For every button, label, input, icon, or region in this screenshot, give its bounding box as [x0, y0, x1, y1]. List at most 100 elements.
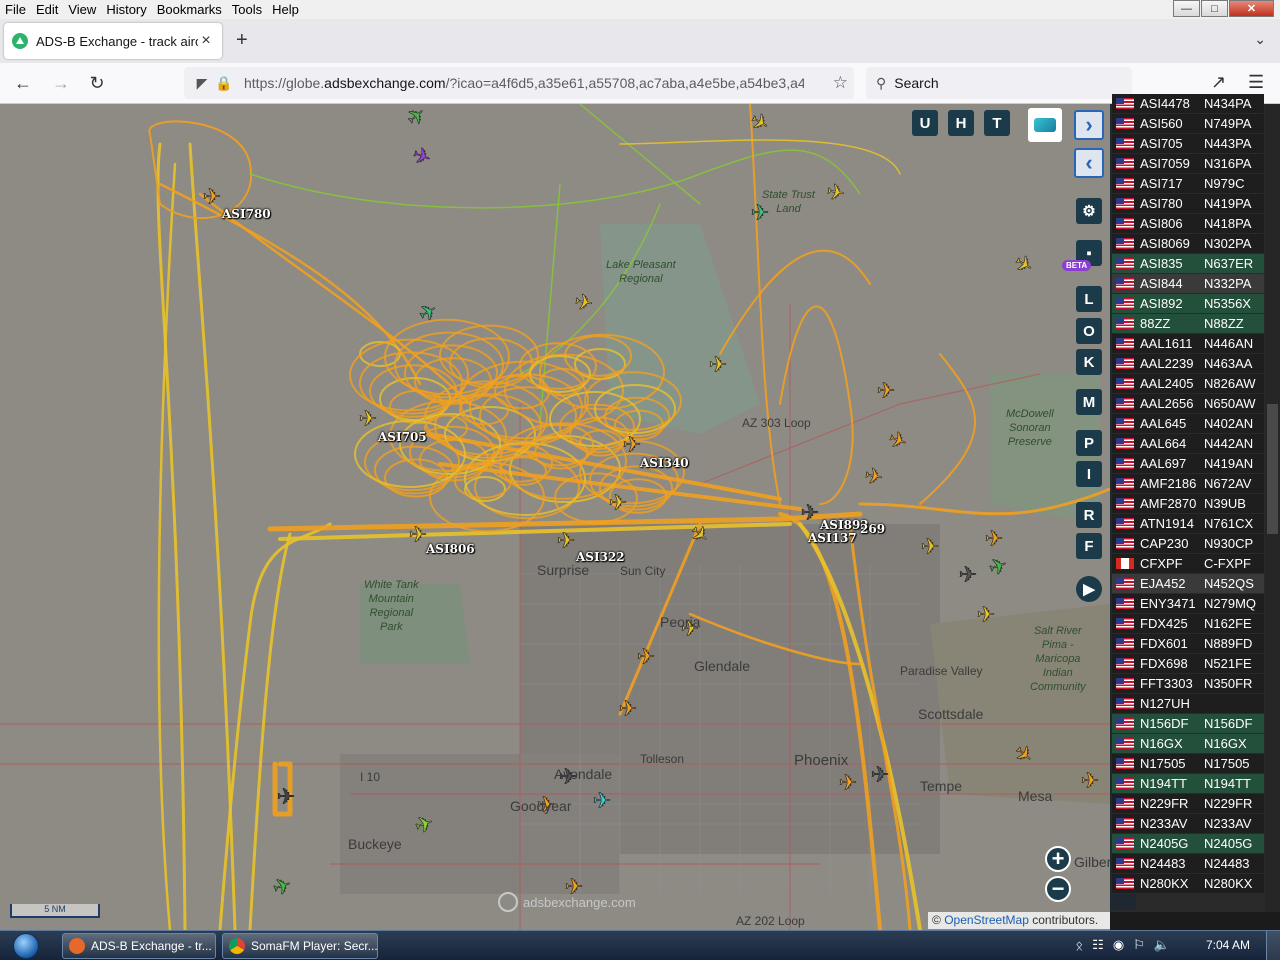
table-row[interactable]: FFT3303 N350FR [1112, 674, 1264, 694]
aircraft-icon[interactable]: ✈ [592, 788, 611, 814]
table-row[interactable]: ASI892 N5356X [1112, 294, 1264, 314]
table-row[interactable]: ASI717 N979C [1112, 174, 1264, 194]
aircraft-icon[interactable]: ✈ [708, 352, 727, 378]
table-row[interactable]: CAP230 N930CP [1112, 534, 1264, 554]
callsign-label[interactable]: ASI137 [808, 531, 857, 545]
taskbar-firefox[interactable]: ADS-B Exchange - tr... [62, 933, 216, 959]
aircraft-icon[interactable]: ✈ [358, 406, 377, 432]
url-bar[interactable]: ◤ 🔒 https://globe.adsbexchange.com/?icao… [184, 67, 854, 99]
table-row[interactable]: FDX425 N162FE [1112, 614, 1264, 634]
toggle-m-button[interactable]: M [1076, 389, 1102, 415]
table-row[interactable]: N280KX N280KX [1112, 874, 1264, 894]
toggle-f-button[interactable]: F [1076, 533, 1102, 559]
table-row[interactable]: N233AV N233AV [1112, 814, 1264, 834]
expand-sidebar-button[interactable]: › [1074, 110, 1104, 140]
table-row[interactable]: ENY3471 N279MQ [1112, 594, 1264, 614]
table-row[interactable]: AMF2870 N39UB [1112, 494, 1264, 514]
toggle-l-button[interactable]: L [1076, 286, 1102, 312]
list-all-tabs-icon[interactable]: ⌄ [1254, 31, 1266, 48]
action-center-icon[interactable]: ⚐ [1133, 937, 1145, 953]
volume-icon[interactable]: 🔈 [1154, 937, 1170, 953]
menu-file[interactable]: File [0, 2, 31, 17]
table-row[interactable]: N16GX N16GX [1112, 734, 1264, 754]
table-row[interactable]: FDX601 N889FD [1112, 634, 1264, 654]
show-desktop-button[interactable] [1266, 931, 1280, 960]
menu-history[interactable]: History [101, 2, 151, 17]
table-row[interactable]: ASI7059 N316PA [1112, 154, 1264, 174]
table-row[interactable]: AAL2405 N826AW [1112, 374, 1264, 394]
aircraft-icon[interactable]: ✈ [838, 770, 857, 796]
toggle-p-button[interactable]: P [1076, 430, 1102, 456]
table-row[interactable]: N127UH [1112, 694, 1264, 714]
url-text[interactable]: https://globe.adsbexchange.com/?icao=a4f… [244, 75, 804, 91]
search-input[interactable]: ⚲ Search [866, 67, 1132, 99]
forward-arrow-icon[interactable]: → [50, 72, 72, 94]
toggle-o-button[interactable]: O [1076, 318, 1102, 344]
aircraft-icon[interactable]: ✈ [976, 602, 995, 628]
callsign-label[interactable]: ASI322 [576, 550, 625, 564]
table-row[interactable]: ASI705 N443PA [1112, 134, 1264, 154]
menu-edit[interactable]: Edit [31, 2, 63, 17]
map-view[interactable]: ✈ ✈ ✈ ✈ ✈ ✈ ✈ ✈ ✈ ✈ ✈ ✈ ✈ ✈ ✈ ✈ ✈ ✈ ✈ ✈ ✈ ✈ ✈ ✈ ✈ ✈ ✈ ✈ ✈ ✈ ✈ ✈ ✈ ✈ ✈ ✈ ✈ ✈ ✈ … [0, 104, 1110, 930]
taskbar-chrome[interactable]: SomaFM Player: Secr... [222, 933, 378, 959]
aircraft-icon[interactable]: ✈ [202, 184, 221, 210]
table-row[interactable]: ASI844 N332PA [1112, 274, 1264, 294]
table-row[interactable]: AAL2656 N650AW [1112, 394, 1264, 414]
callsign-label[interactable]: ASI705 [378, 430, 427, 444]
table-row[interactable]: AAL1611 N446AN [1112, 334, 1264, 354]
toggle-u-button[interactable]: U [912, 110, 938, 136]
callsign-label[interactable]: ASI780 [222, 207, 271, 221]
close-tab-icon[interactable]: × [198, 32, 214, 50]
aircraft-icon[interactable]: ✈ [556, 528, 575, 554]
aircraft-icon[interactable]: ✈ [984, 526, 1003, 552]
table-row[interactable]: ASI806 N418PA [1112, 214, 1264, 234]
table-row[interactable]: AAL664 N442AN [1112, 434, 1264, 454]
table-row[interactable]: 88ZZ N88ZZ [1112, 314, 1264, 334]
aircraft-icon[interactable]: ✈ [920, 534, 939, 560]
aircraft-icon[interactable]: ✈ [870, 762, 889, 788]
menu-bookmarks[interactable]: Bookmarks [152, 2, 227, 17]
bluetooth-icon[interactable]: ᛟ [1075, 938, 1083, 953]
close-window-button[interactable]: ✕ [1229, 0, 1274, 17]
settings-button[interactable]: ⚙ [1076, 198, 1102, 224]
scrollbar-thumb[interactable] [1267, 404, 1278, 534]
aircraft-icon[interactable]: ✈ [876, 378, 895, 404]
toggle-r-button[interactable]: R [1076, 502, 1102, 528]
replay-button[interactable]: ▶ [1076, 576, 1102, 602]
table-row[interactable]: N229FR N229FR [1112, 794, 1264, 814]
table-row[interactable]: N17505 N17505 [1112, 754, 1264, 774]
aircraft-icon[interactable]: ✈ [408, 522, 427, 548]
table-row[interactable]: FDX698 N521FE [1112, 654, 1264, 674]
aircraft-icon[interactable]: ✈ [636, 644, 655, 670]
menu-view[interactable]: View [63, 2, 101, 17]
aircraft-icon[interactable]: ✈ [800, 500, 819, 526]
osm-link[interactable]: OpenStreetMap [944, 913, 1029, 927]
network-icon[interactable]: ☷ [1092, 937, 1104, 953]
table-row[interactable]: EJA452 N452QS [1112, 574, 1264, 594]
minimize-button[interactable]: — [1173, 0, 1200, 17]
table-row[interactable]: ASI4478 N434PA [1112, 94, 1264, 114]
menu-tools[interactable]: Tools [227, 2, 267, 17]
table-row[interactable]: N194TT N194TT [1112, 774, 1264, 794]
table-row[interactable]: N2405G N2405G [1112, 834, 1264, 854]
toggle-i-button[interactable]: I [1076, 461, 1102, 487]
table-row[interactable]: AAL645 N402AN [1112, 414, 1264, 434]
table-row[interactable]: AAL697 N419AN [1112, 454, 1264, 474]
aircraft-icon[interactable]: ✈ [622, 432, 641, 458]
app-menu-icon[interactable]: ☰ [1248, 72, 1264, 93]
table-row[interactable]: N24483 N24483 [1112, 854, 1264, 874]
toggle-k-button[interactable]: K [1076, 349, 1102, 375]
table-row[interactable]: ASI8069 N302PA [1112, 234, 1264, 254]
tab-adsb-exchange[interactable]: ADS-B Exchange - track aircraft × [4, 23, 222, 59]
table-row[interactable]: ATN1914 N761CX [1112, 514, 1264, 534]
aircraft-icon[interactable]: ✈ [1080, 768, 1099, 794]
table-row[interactable]: AMF2186 N672AV [1112, 474, 1264, 494]
lock-icon[interactable]: 🔒 [214, 75, 234, 92]
tracking-protection-icon[interactable]: ◤ [192, 75, 212, 92]
callsign-label[interactable]: 269 [860, 522, 885, 536]
steam-icon[interactable]: ◉ [1113, 937, 1124, 953]
zoom-out-button[interactable]: − [1045, 876, 1071, 902]
layers-button[interactable] [1028, 108, 1062, 142]
menu-help[interactable]: Help [267, 2, 304, 17]
table-scrollbar[interactable] [1265, 104, 1280, 912]
